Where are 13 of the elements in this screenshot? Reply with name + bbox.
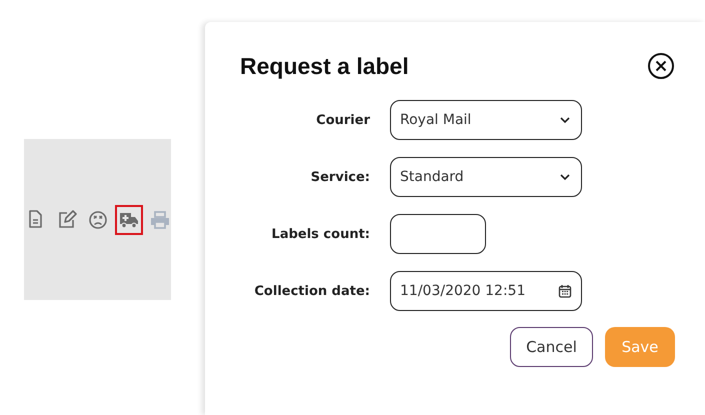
select-field[interactable]: Royal Mail — [390, 100, 582, 140]
field-label: Labels count: — [272, 226, 370, 242]
truck-plus-icon[interactable] — [114, 204, 142, 234]
calendar-icon — [558, 284, 572, 298]
close-button[interactable] — [647, 52, 675, 80]
input-field[interactable] — [390, 214, 486, 254]
field-label: Courier — [316, 112, 370, 128]
dialog-title: Request a label — [240, 52, 409, 80]
date-field[interactable]: 11/03/2020 12:51 — [390, 271, 582, 311]
field-label: Collection date: — [254, 284, 370, 298]
select-field[interactable]: Standard — [390, 157, 582, 197]
field-label: Service: — [310, 170, 370, 184]
cancel-button[interactable]: Cancel — [510, 327, 593, 367]
